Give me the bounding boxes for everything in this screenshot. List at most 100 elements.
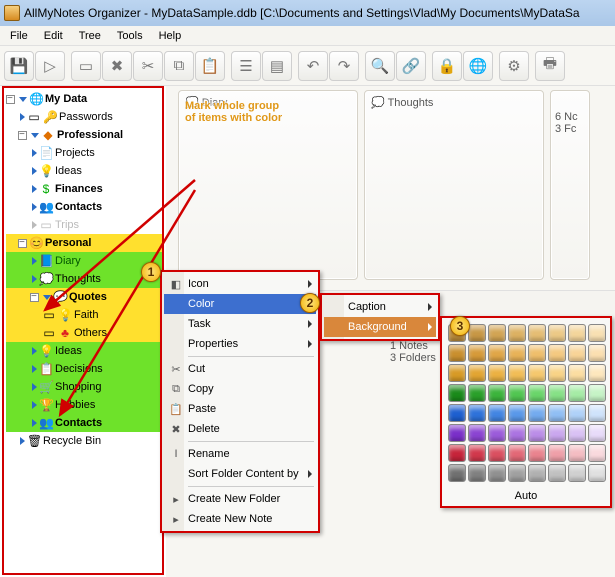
color-swatch[interactable] [528, 464, 546, 482]
color-swatch[interactable] [488, 384, 506, 402]
ctx-rename[interactable]: IRename [164, 444, 316, 464]
tree-button[interactable]: ▤ [262, 51, 292, 81]
color-swatch[interactable] [548, 324, 566, 342]
search-button[interactable]: 🔍 [365, 51, 395, 81]
color-background[interactable]: Background [324, 317, 436, 337]
color-swatch[interactable] [548, 464, 566, 482]
color-swatch[interactable] [488, 444, 506, 462]
color-swatch[interactable] [448, 464, 466, 482]
new-note-button[interactable]: ▭ [71, 51, 101, 81]
ctx-delete[interactable]: ✖Delete [164, 419, 316, 439]
tree-decisions[interactable]: 📋Decisions [6, 360, 162, 378]
color-swatch[interactable] [488, 404, 506, 422]
tree-recycle[interactable]: 🗑Recycle Bin [6, 432, 162, 450]
color-swatch[interactable] [528, 384, 546, 402]
color-swatch[interactable] [548, 364, 566, 382]
lock-button[interactable]: 🔒 [432, 51, 462, 81]
color-swatch[interactable] [568, 344, 586, 362]
color-swatch[interactable] [468, 464, 486, 482]
color-swatch[interactable] [568, 464, 586, 482]
redo-button[interactable]: ↷ [329, 51, 359, 81]
menu-help[interactable]: Help [151, 28, 190, 44]
card-diary[interactable]: 💭 Diary [178, 90, 358, 280]
color-swatch[interactable] [568, 364, 586, 382]
color-swatch[interactable] [468, 424, 486, 442]
color-swatch[interactable] [488, 364, 506, 382]
tree-others[interactable]: ▭♣Others [6, 324, 162, 342]
color-swatch[interactable] [488, 464, 506, 482]
cut-button[interactable]: ✂ [133, 51, 163, 81]
color-swatch[interactable] [468, 444, 486, 462]
color-swatch[interactable] [548, 384, 566, 402]
ctx-task[interactable]: Task [164, 314, 316, 334]
ctx-cut[interactable]: ✂Cut [164, 359, 316, 379]
color-swatch[interactable] [468, 384, 486, 402]
tree-contacts2[interactable]: 👥Contacts [6, 414, 162, 432]
color-swatch[interactable] [528, 324, 546, 342]
color-swatch[interactable] [488, 424, 506, 442]
ctx-icon[interactable]: ◧Icon [164, 274, 316, 294]
color-swatch[interactable] [588, 464, 606, 482]
menu-tools[interactable]: Tools [109, 28, 151, 44]
color-swatch[interactable] [528, 404, 546, 422]
color-swatch[interactable] [508, 464, 526, 482]
color-caption[interactable]: Caption [324, 297, 436, 317]
paste-button[interactable]: 📋 [195, 51, 225, 81]
delete-button[interactable]: ✖ [102, 51, 132, 81]
ctx-copy[interactable]: ⧉Copy [164, 379, 316, 399]
color-swatch[interactable] [468, 324, 486, 342]
color-swatch[interactable] [468, 404, 486, 422]
color-swatch[interactable] [568, 424, 586, 442]
color-swatch[interactable] [488, 344, 506, 362]
color-swatch[interactable] [548, 404, 566, 422]
settings-button[interactable]: ⚙ [499, 51, 529, 81]
tree-finances[interactable]: $Finances [6, 180, 162, 198]
tree-passwords[interactable]: ▭🔑Passwords [6, 108, 162, 126]
color-swatch[interactable] [528, 444, 546, 462]
tree-root[interactable]: 🌐My Data [6, 90, 162, 108]
color-swatch[interactable] [528, 364, 546, 382]
color-swatch[interactable] [508, 384, 526, 402]
tree-personal[interactable]: 😊Personal [6, 234, 162, 252]
ctx-paste[interactable]: 📋Paste [164, 399, 316, 419]
color-swatch[interactable] [548, 424, 566, 442]
color-swatch[interactable] [568, 444, 586, 462]
color-swatch[interactable] [448, 444, 466, 462]
color-swatch[interactable] [568, 324, 586, 342]
menu-file[interactable]: File [2, 28, 36, 44]
color-swatch[interactable] [468, 344, 486, 362]
copy-button[interactable]: ⧉ [164, 51, 194, 81]
undo-button[interactable]: ↶ [298, 51, 328, 81]
color-swatch[interactable] [568, 404, 586, 422]
color-swatch[interactable] [508, 444, 526, 462]
palette-auto[interactable]: Auto [444, 486, 608, 504]
color-swatch[interactable] [508, 424, 526, 442]
print-button[interactable]: 🖶 [535, 51, 565, 81]
color-swatch[interactable] [528, 424, 546, 442]
color-swatch[interactable] [448, 404, 466, 422]
tree-contacts[interactable]: 👥Contacts [6, 198, 162, 216]
color-swatch[interactable] [508, 404, 526, 422]
menu-tree[interactable]: Tree [71, 28, 109, 44]
color-swatch[interactable] [588, 404, 606, 422]
color-swatch[interactable] [588, 364, 606, 382]
color-swatch[interactable] [588, 424, 606, 442]
play-button[interactable]: ▷ [35, 51, 65, 81]
color-swatch[interactable] [528, 344, 546, 362]
color-swatch[interactable] [448, 384, 466, 402]
color-swatch[interactable] [508, 344, 526, 362]
color-swatch[interactable] [508, 364, 526, 382]
color-swatch[interactable] [468, 364, 486, 382]
list-button[interactable]: ☰ [231, 51, 261, 81]
tree-hobbies[interactable]: 🏆Hobbies [6, 396, 162, 414]
color-swatch[interactable] [488, 324, 506, 342]
ctx-color[interactable]: Color [164, 294, 316, 314]
tree-diary[interactable]: 📘Diary [6, 252, 162, 270]
ctx-new-note[interactable]: ▸Create New Note [164, 509, 316, 529]
tree-ideas2[interactable]: 💡Ideas [6, 342, 162, 360]
color-swatch[interactable] [448, 424, 466, 442]
tree-trips[interactable]: ▭Trips [6, 216, 162, 234]
save-button[interactable]: 💾 [4, 51, 34, 81]
color-swatch[interactable] [588, 324, 606, 342]
link-button[interactable]: 🔗 [396, 51, 426, 81]
